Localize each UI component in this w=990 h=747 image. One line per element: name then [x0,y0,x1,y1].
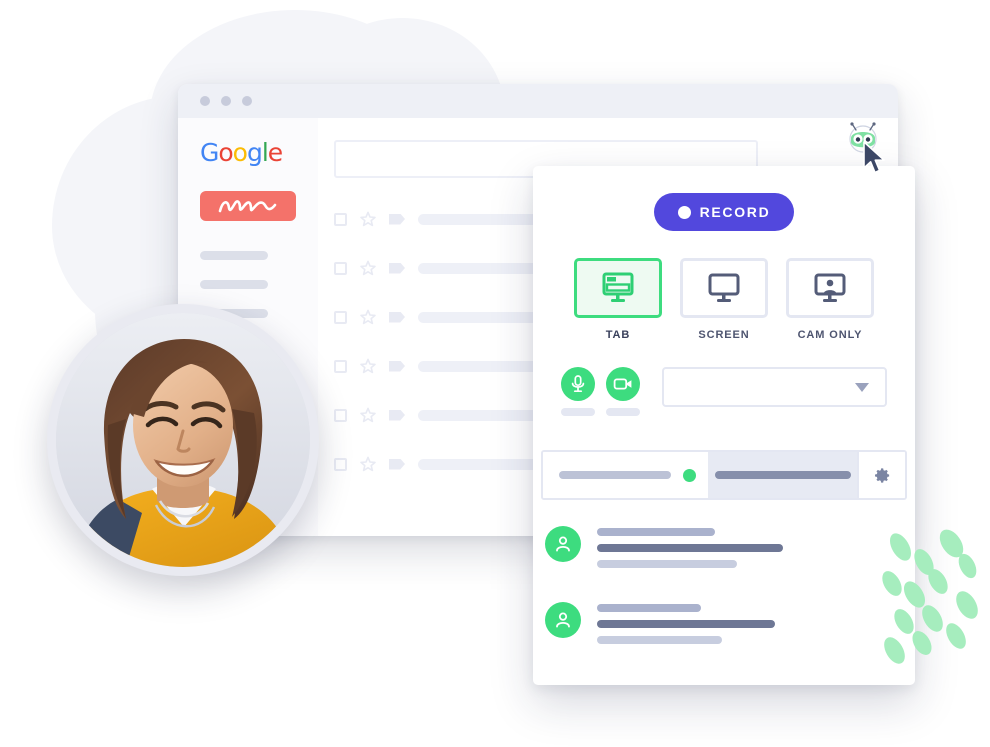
tab-title-placeholder [559,471,671,479]
close-dot[interactable] [200,96,210,106]
person-icon [556,612,570,628]
mode-option-cam-only[interactable]: CAM ONLY [786,258,874,341]
microphone-label-placeholder [561,408,595,416]
webcam-video [56,313,310,567]
contact-text-placeholder [597,620,775,628]
microphone-toggle[interactable] [561,367,595,401]
panel-tab-bar [541,450,907,500]
chevron-down-icon [855,382,869,392]
camera-toggle[interactable] [606,367,640,401]
contact-text-placeholder [597,636,722,644]
record-button[interactable]: RECORD [654,193,794,231]
browser-tab-icon [602,272,634,302]
google-logo: Google [200,138,283,167]
leaf-shape [942,619,970,653]
mode-option-screen-label: SCREEN [698,329,750,341]
signature-scribble-icon [218,200,277,213]
mail-row-checkbox[interactable] [334,261,347,275]
label-tag-icon[interactable] [389,262,405,274]
mode-option-cam-only-label: CAM ONLY [797,329,863,341]
mode-option-tab[interactable]: TAB [574,258,662,341]
settings-button[interactable] [857,452,905,498]
camera-label-placeholder [606,408,640,416]
mail-row-checkbox[interactable] [334,457,347,471]
leaf-shape [951,587,983,623]
star-icon[interactable] [360,309,376,325]
tab-title-placeholder [714,471,851,479]
webcam-bubble[interactable] [47,304,319,576]
list-item[interactable] [545,526,915,576]
sidebar-nav-placeholder[interactable] [200,251,268,260]
star-icon[interactable] [360,358,376,374]
leaf-shape [955,551,980,581]
illustration-stage: Google RECORD TAB SCREEN CAM ONLY [0,0,990,747]
monitor-icon [708,273,740,302]
label-tag-icon[interactable] [389,311,405,323]
leaf-shape [917,601,948,636]
tab-active[interactable] [543,452,708,498]
label-tag-icon[interactable] [389,213,405,225]
av-controls-row [561,367,915,416]
video-camera-icon [613,378,632,390]
mail-row-checkbox[interactable] [334,310,347,324]
mode-option-screen[interactable]: SCREEN [680,258,768,341]
mouse-pointer-icon [862,141,888,175]
label-tag-icon[interactable] [389,360,405,372]
mail-row-checkbox[interactable] [334,359,347,373]
mail-row-checkbox[interactable] [334,212,347,226]
avatar [545,602,581,638]
monitor-person-icon [814,273,846,302]
microphone-icon [571,375,585,393]
list-item[interactable] [545,602,915,652]
star-icon[interactable] [360,456,376,472]
contact-text-placeholder [597,560,737,568]
star-icon[interactable] [360,260,376,276]
contact-text-placeholder [597,528,715,536]
sidebar-nav-placeholder[interactable] [200,280,268,289]
minimize-dot[interactable] [221,96,231,106]
mail-row-checkbox[interactable] [334,408,347,422]
compose-button[interactable] [200,191,296,221]
live-status-dot [683,468,696,482]
gear-icon [874,467,889,483]
contact-list [533,500,915,652]
label-tag-icon[interactable] [389,409,405,421]
star-icon[interactable] [360,407,376,423]
label-tag-icon[interactable] [389,458,405,470]
browser-titlebar [178,84,898,118]
capture-mode-selector: TAB SCREEN CAM ONLY [533,258,915,341]
webcam-portrait [56,313,310,567]
record-button-label: RECORD [699,204,771,220]
person-icon [556,536,570,552]
contact-text-placeholder [597,604,701,612]
mode-option-tab-label: TAB [605,329,631,341]
contact-text-placeholder [597,544,783,552]
star-icon[interactable] [360,211,376,227]
leaf-shape [924,565,952,598]
source-select[interactable] [662,367,887,407]
tab-inactive[interactable] [708,452,857,498]
recorder-panel: RECORD TAB SCREEN CAM ONLY [533,166,915,685]
avatar [545,526,581,562]
maximize-dot[interactable] [242,96,252,106]
record-dot-icon [677,205,691,219]
